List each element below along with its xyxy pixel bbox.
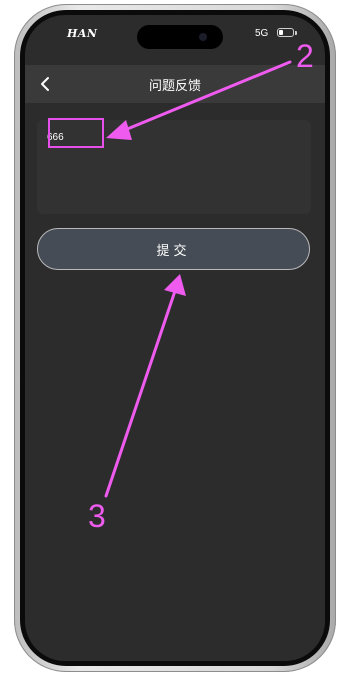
annotation-number-2: 2 (296, 38, 314, 74)
screen: HAN 5G 问题反馈 666 提交 (25, 15, 325, 661)
battery-tip (295, 31, 297, 35)
status-bar: HAN 5G (25, 15, 325, 65)
nav-bar: 问题反馈 (25, 65, 325, 103)
carrier-label: HAN (67, 27, 98, 40)
phone-frame: HAN 5G 问题反馈 666 提交 (14, 4, 336, 672)
network-label: 5G (255, 28, 269, 39)
camera-icon (199, 33, 207, 41)
annotation-number-3: 3 (88, 498, 106, 534)
dynamic-island (137, 25, 223, 49)
battery-icon (277, 28, 294, 37)
battery-level (279, 30, 283, 35)
page-title: 问题反馈 (148, 79, 201, 94)
submit-button[interactable]: 提交 (37, 228, 310, 270)
annotation-highlight-box (48, 118, 104, 148)
